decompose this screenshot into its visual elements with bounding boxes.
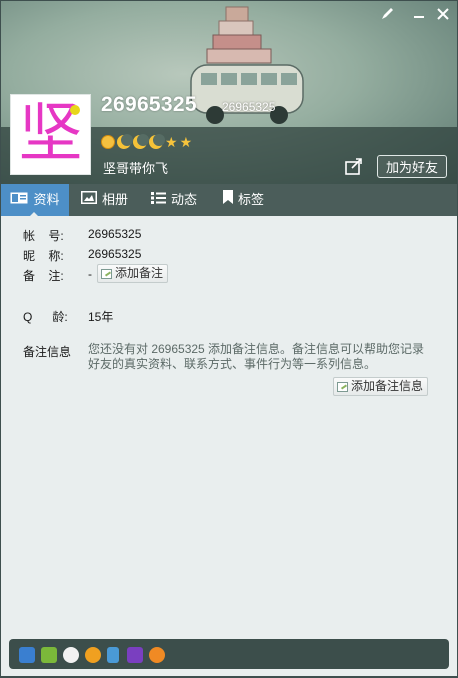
avatar-star-icon: [70, 105, 80, 115]
level-moon-icon: [133, 134, 149, 149]
signature: 坚哥带你飞: [103, 161, 169, 176]
level-star-icon: ★: [179, 134, 193, 150]
avatar[interactable]: 坚: [10, 94, 91, 175]
tab-album[interactable]: 相册: [81, 184, 128, 216]
account-value: 26965325: [88, 227, 142, 241]
tab-feed[interactable]: 动态: [151, 184, 197, 216]
pet-icon[interactable]: [149, 647, 165, 663]
list-icon: [151, 184, 166, 216]
nickname-overlay: 26965325: [222, 100, 276, 114]
tab-tags[interactable]: 标签: [223, 184, 264, 216]
share-icon[interactable]: [345, 157, 365, 175]
account-label: 帐 号:: [23, 229, 64, 243]
qage-label: Q 龄:: [23, 310, 68, 324]
add-friend-button[interactable]: 加为好友: [377, 155, 447, 178]
remark-value: -: [88, 267, 92, 281]
remark-label: 备 注:: [23, 269, 64, 283]
wizard-icon[interactable]: [127, 647, 143, 663]
add-remark-button[interactable]: 添加备注: [97, 264, 169, 283]
minimize-button[interactable]: [409, 7, 429, 27]
nick-label: 昵 称:: [23, 249, 64, 263]
pen-icon[interactable]: [377, 7, 397, 27]
tab-album-label: 相册: [102, 192, 129, 207]
contact-card-icon[interactable]: [19, 647, 35, 663]
bottom-toolbar: [1, 630, 457, 676]
add-remark-info-label: 添加备注信息: [351, 379, 424, 393]
profile-header-banner: 坚 26965325 26965325 ★ ★ 坚哥带你飞 加为好友: [1, 1, 457, 184]
plant-icon[interactable]: [41, 647, 57, 663]
remark-info-label: 备注信息: [23, 345, 72, 359]
add-remark-info-button[interactable]: 添加备注信息: [333, 377, 429, 396]
close-icon[interactable]: [433, 7, 453, 27]
nick-value: 26965325: [88, 247, 142, 261]
phone-icon[interactable]: [107, 647, 119, 663]
remark-info-description: 您还没有对 26965325 添加备注信息。备注信息可以帮助您记录好友的真实资料…: [88, 342, 425, 371]
qage-value: 15年: [88, 310, 114, 324]
qq-level-icons[interactable]: ★ ★: [101, 134, 192, 150]
add-remark-label: 添加备注: [115, 266, 164, 280]
tab-profile[interactable]: 资料: [1, 184, 69, 217]
bookmark-icon: [223, 184, 233, 216]
edit-note-icon: [337, 381, 348, 392]
photo-icon: [81, 184, 97, 216]
nickname: 26965325: [101, 93, 197, 116]
profile-card-icon: [10, 184, 28, 216]
level-sun-icon: [101, 135, 115, 149]
tab-bar: 资料 相册 动态 标签: [1, 184, 457, 217]
profile-window: 坚 26965325 26965325 ★ ★ 坚哥带你飞 加为好友 资料 相册…: [1, 1, 457, 676]
profile-info-panel: 帐 号: 26965325 昵 称: 26965325 备 注: - 添加备注 …: [1, 216, 457, 630]
tab-feed-label: 动态: [171, 192, 198, 207]
level-star-icon: ★: [165, 134, 178, 150]
edit-note-icon: [101, 268, 112, 279]
cow-icon[interactable]: [63, 647, 79, 663]
level-moon-icon: [149, 134, 165, 149]
tab-tags-label: 标签: [238, 192, 265, 207]
qq-penguin-icon[interactable]: [85, 647, 101, 663]
level-moon-icon: [117, 134, 133, 149]
app-icon-bar: [9, 639, 449, 669]
